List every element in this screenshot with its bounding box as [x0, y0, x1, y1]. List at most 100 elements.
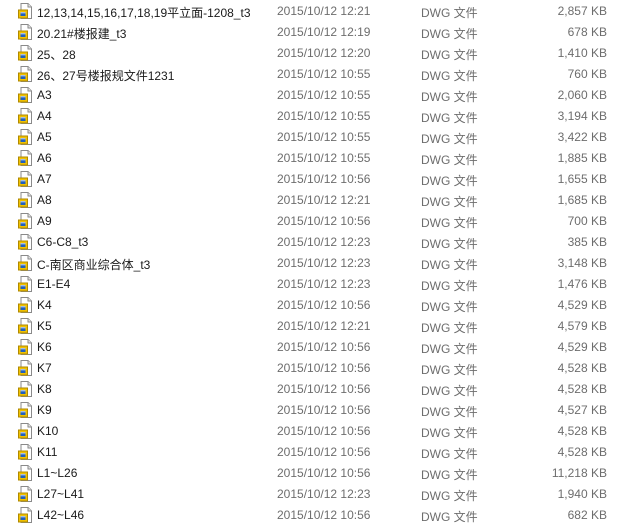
file-modified-date: 2015/10/12 10:55: [277, 151, 371, 165]
file-size: 4,528 KB: [557, 424, 607, 438]
file-row[interactable]: K11 2015/10/12 10:56 DWG 文件 4,528 KB: [0, 442, 624, 463]
file-row[interactable]: A4 2015/10/12 10:55 DWG 文件 3,194 KB: [0, 106, 624, 127]
file-row[interactable]: A8 2015/10/12 12:21 DWG 文件 1,685 KB: [0, 190, 624, 211]
file-row[interactable]: L1~L26 2015/10/12 10:56 DWG 文件 11,218 KB: [0, 463, 624, 484]
file-size: 385 KB: [567, 235, 607, 249]
file-row[interactable]: L27~L41 2015/10/12 12:23 DWG 文件 1,940 KB: [0, 484, 624, 505]
dwg-file-icon: [18, 318, 34, 334]
file-row[interactable]: L42~L46 2015/10/12 10:56 DWG 文件 682 KB: [0, 505, 624, 526]
file-name: E1-E4: [37, 277, 71, 291]
file-name: K9: [37, 403, 52, 417]
file-modified-date: 2015/10/12 10:56: [277, 214, 371, 228]
dwg-file-icon: [18, 87, 34, 103]
file-row[interactable]: 25、28 2015/10/12 12:20 DWG 文件 1,410 KB: [0, 43, 624, 64]
file-list: 12,13,14,15,16,17,18,19平立面-1208_t3 2015/…: [0, 0, 624, 527]
file-modified-date: 2015/10/12 12:21: [277, 193, 371, 207]
file-modified-date: 2015/10/12 10:56: [277, 403, 371, 417]
file-modified-date: 2015/10/12 10:55: [277, 130, 371, 144]
dwg-file-icon: [18, 276, 34, 292]
file-name: L27~L41: [37, 487, 85, 501]
file-type: DWG 文件: [421, 426, 478, 440]
file-row[interactable]: A6 2015/10/12 10:55 DWG 文件 1,885 KB: [0, 148, 624, 169]
file-modified-date: 2015/10/12 10:56: [277, 382, 371, 396]
file-name: 12,13,14,15,16,17,18,19平立面-1208_t3: [37, 6, 251, 20]
dwg-file-icon: [18, 108, 34, 124]
dwg-file-icon: [18, 129, 34, 145]
file-type: DWG 文件: [421, 216, 478, 230]
dwg-file-icon: [18, 255, 34, 271]
file-row[interactable]: 20.21#楼报建_t3 2015/10/12 12:19 DWG 文件 678…: [0, 22, 624, 43]
file-type: DWG 文件: [421, 279, 478, 293]
file-type: DWG 文件: [421, 132, 478, 146]
dwg-file-icon: [18, 297, 34, 313]
file-row[interactable]: K7 2015/10/12 10:56 DWG 文件 4,528 KB: [0, 358, 624, 379]
file-name: C6-C8_t3: [37, 235, 89, 249]
file-modified-date: 2015/10/12 12:20: [277, 46, 371, 60]
file-type: DWG 文件: [421, 195, 478, 209]
file-modified-date: 2015/10/12 10:55: [277, 109, 371, 123]
file-name: A7: [37, 172, 52, 186]
file-name: 26、27号楼报规文件1231: [37, 69, 175, 83]
file-row[interactable]: C6-C8_t3 2015/10/12 12:23 DWG 文件 385 KB: [0, 232, 624, 253]
file-size: 4,528 KB: [557, 445, 607, 459]
file-type: DWG 文件: [421, 405, 478, 419]
file-modified-date: 2015/10/12 12:21: [277, 319, 371, 333]
file-row[interactable]: K10 2015/10/12 10:56 DWG 文件 4,528 KB: [0, 421, 624, 442]
file-row[interactable]: A5 2015/10/12 10:55 DWG 文件 3,422 KB: [0, 127, 624, 148]
dwg-file-icon: [18, 465, 34, 481]
file-size: 1,940 KB: [557, 487, 607, 501]
file-size: 2,060 KB: [557, 88, 607, 102]
dwg-file-icon: [18, 171, 34, 187]
file-row[interactable]: A9 2015/10/12 10:56 DWG 文件 700 KB: [0, 211, 624, 232]
file-name: C-南区商业综合体_t3: [37, 258, 151, 272]
file-name: A5: [37, 130, 52, 144]
file-size: 11,218 KB: [551, 466, 607, 480]
file-type: DWG 文件: [421, 321, 478, 335]
file-size: 4,527 KB: [557, 403, 607, 417]
file-row[interactable]: E1-E4 2015/10/12 12:23 DWG 文件 1,476 KB: [0, 274, 624, 295]
file-name: 25、28: [37, 48, 76, 62]
file-name: K4: [37, 298, 52, 312]
dwg-file-icon: [18, 381, 34, 397]
file-size: 4,529 KB: [557, 340, 607, 354]
dwg-file-icon: [18, 360, 34, 376]
file-name: K5: [37, 319, 52, 333]
file-row[interactable]: A3 2015/10/12 10:55 DWG 文件 2,060 KB: [0, 85, 624, 106]
file-modified-date: 2015/10/12 10:55: [277, 88, 371, 102]
file-row[interactable]: 12,13,14,15,16,17,18,19平立面-1208_t3 2015/…: [0, 1, 624, 22]
file-modified-date: 2015/10/12 10:56: [277, 298, 371, 312]
file-type: DWG 文件: [421, 489, 478, 503]
file-row[interactable]: C-南区商业综合体_t3 2015/10/12 12:23 DWG 文件 3,1…: [0, 253, 624, 274]
file-type: DWG 文件: [421, 258, 478, 272]
file-size: 1,655 KB: [557, 172, 607, 186]
file-row[interactable]: 26、27号楼报规文件1231 2015/10/12 10:55 DWG 文件 …: [0, 64, 624, 85]
dwg-file-icon: [18, 66, 34, 82]
dwg-file-icon: [18, 192, 34, 208]
file-type: DWG 文件: [421, 363, 478, 377]
file-name: K7: [37, 361, 52, 375]
file-row[interactable]: K6 2015/10/12 10:56 DWG 文件 4,529 KB: [0, 337, 624, 358]
file-size: 3,194 KB: [557, 109, 607, 123]
file-size: 1,885 KB: [557, 151, 607, 165]
file-row[interactable]: K8 2015/10/12 10:56 DWG 文件 4,528 KB: [0, 379, 624, 400]
file-size: 682 KB: [567, 508, 607, 522]
file-type: DWG 文件: [421, 447, 478, 461]
file-size: 4,529 KB: [557, 298, 607, 312]
file-type: DWG 文件: [421, 27, 478, 41]
dwg-file-icon: [18, 507, 34, 523]
file-row[interactable]: K4 2015/10/12 10:56 DWG 文件 4,529 KB: [0, 295, 624, 316]
file-row[interactable]: K5 2015/10/12 12:21 DWG 文件 4,579 KB: [0, 316, 624, 337]
file-type: DWG 文件: [421, 300, 478, 314]
dwg-file-icon: [18, 3, 34, 19]
file-modified-date: 2015/10/12 12:23: [277, 487, 371, 501]
file-row[interactable]: K9 2015/10/12 10:56 DWG 文件 4,527 KB: [0, 400, 624, 421]
file-type: DWG 文件: [421, 174, 478, 188]
file-size: 4,528 KB: [557, 382, 607, 396]
file-name: A6: [37, 151, 52, 165]
file-name: K8: [37, 382, 52, 396]
dwg-file-icon: [18, 150, 34, 166]
file-size: 700 KB: [567, 214, 607, 228]
file-name: K10: [37, 424, 59, 438]
file-modified-date: 2015/10/12 10:55: [277, 67, 371, 81]
file-row[interactable]: A7 2015/10/12 10:56 DWG 文件 1,655 KB: [0, 169, 624, 190]
